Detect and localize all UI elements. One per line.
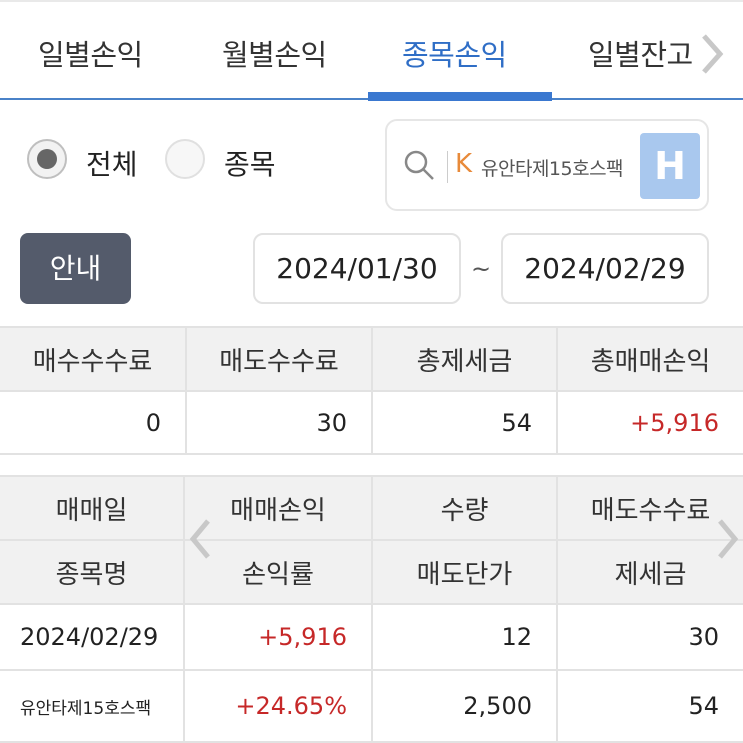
search-input[interactable]: 유안타제15호스팩: [481, 154, 624, 181]
table-cell-quantity: 12: [373, 605, 556, 669]
chevron-right-icon[interactable]: [700, 32, 724, 76]
radio-all-label[interactable]: 전체: [86, 143, 138, 183]
end-date-field[interactable]: 2024/02/29: [501, 233, 709, 304]
column-divider: [371, 326, 373, 455]
detail-header: 수량: [373, 477, 556, 539]
detail-header: 종목명: [0, 541, 183, 603]
detail-header: 매도단가: [373, 541, 556, 603]
table-cell-trade-pnl: +5,916: [185, 605, 371, 669]
table-cell-trade-date: 2024/02/29: [0, 605, 183, 669]
search-divider: [447, 151, 448, 183]
radio-stock-label[interactable]: 종목: [224, 143, 276, 183]
column-divider: [556, 475, 558, 743]
column-divider: [371, 475, 373, 743]
table-cell-sell-price: 2,500: [373, 671, 556, 741]
summary-value: 54: [373, 392, 556, 453]
tab-daily-balance[interactable]: 일별잔고: [588, 32, 693, 74]
h-button[interactable]: H: [640, 133, 700, 199]
column-divider: [556, 326, 558, 455]
detail-table: 매매일 매매손익 수량 매도수수료 종목명 손익률 매도단가 제세금 2024/…: [0, 475, 743, 743]
detail-header: 매매일: [0, 477, 183, 539]
tab-daily-pnl[interactable]: 일별손익: [38, 32, 143, 74]
search-icon: [404, 150, 434, 180]
summary-value: 30: [187, 392, 371, 453]
summary-header: 총매매손익: [558, 328, 743, 390]
summary-header: 총제세금: [373, 328, 556, 390]
summary-value-total-pnl: +5,916: [558, 392, 743, 453]
column-divider: [183, 475, 185, 743]
summary-header: 매도수수료: [187, 328, 371, 390]
chevron-left-icon[interactable]: [188, 517, 214, 561]
tab-monthly-pnl[interactable]: 월별손익: [222, 32, 327, 74]
table-cell-stock-name[interactable]: 유안타제15호스팩: [0, 671, 183, 741]
table-cell-return-rate: +24.65%: [185, 671, 371, 741]
tab-stock-pnl[interactable]: 종목손익: [402, 32, 507, 74]
summary-header: 매수수수료: [0, 328, 185, 390]
table-cell-tax: 54: [558, 671, 743, 741]
summary-value: 0: [0, 392, 185, 453]
summary-table: 매수수수료 매도수수료 총제세금 총매매손익 0 30 54 +5,916: [0, 326, 743, 455]
column-divider: [185, 326, 187, 455]
tab-bar: 일별손익 월별손익 종목손익 일별잔고: [0, 0, 743, 101]
chevron-right-icon[interactable]: [714, 517, 740, 561]
guide-button[interactable]: 안내: [20, 233, 131, 304]
active-tab-indicator: [368, 92, 552, 101]
table-cell-sell-fee: 30: [558, 605, 743, 669]
stock-search-box[interactable]: K 유안타제15호스팩 H: [385, 119, 709, 211]
date-separator: ~: [471, 255, 492, 283]
start-date-field[interactable]: 2024/01/30: [253, 233, 461, 304]
radio-stock[interactable]: [165, 139, 205, 179]
radio-all[interactable]: [27, 139, 67, 179]
market-badge: K: [455, 149, 473, 179]
